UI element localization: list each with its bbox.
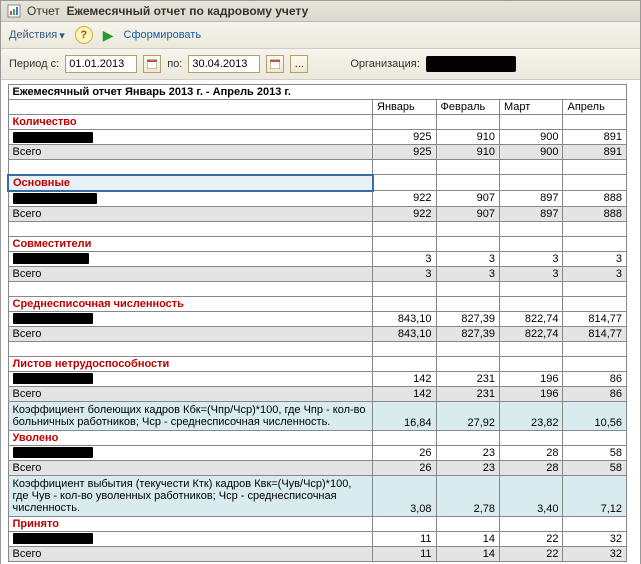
calendar-icon[interactable]	[266, 55, 284, 73]
report-table: Ежемесячный отчет Январь 2013 г. - Апрел…	[7, 84, 627, 562]
section-avg: Среднесписочная численность	[8, 296, 373, 311]
calendar-icon[interactable]	[143, 55, 161, 73]
period-to-label: по:	[167, 58, 182, 70]
table-row: 922 907 897 888	[8, 191, 627, 207]
total-row: Всего 3 3 3 3	[8, 266, 627, 281]
coef-row: Коэффициент выбытия (текучести Ктк) кадр…	[8, 475, 627, 516]
section-part: Совместители	[8, 236, 373, 251]
total-row: Всего 843,10 827,39 822,74 814,77	[8, 326, 627, 341]
total-row: Всего 11 14 22 32	[8, 546, 627, 561]
col-month: Февраль	[436, 100, 499, 115]
period-picker-button[interactable]: …	[290, 55, 308, 73]
table-row: 843,10 827,39 822,74 814,77	[8, 311, 627, 326]
section-fired: Уволено	[8, 430, 373, 445]
total-row: Всего 925 910 900 891	[8, 145, 627, 160]
coef-row: Коэффициент болеющих кадров Кбк=(Чпр/Чср…	[8, 401, 627, 430]
report-title: Ежемесячный отчет Январь 2013 г. - Апрел…	[8, 85, 627, 100]
total-row: Всего 142 231 196 86	[8, 386, 627, 401]
col-month: Март	[500, 100, 563, 115]
report-area: Ежемесячный отчет Январь 2013 г. - Апрел…	[1, 80, 640, 564]
table-row: 26 23 28 58	[8, 445, 627, 460]
table-row: 11 14 22 32	[8, 531, 627, 546]
table-row: 3 3 3 3	[8, 251, 627, 266]
report-icon	[7, 4, 21, 18]
section-hired: Принято	[8, 516, 373, 531]
col-month: Январь	[373, 100, 436, 115]
period-from-input[interactable]	[65, 55, 137, 73]
period-from-label: Период с:	[9, 58, 59, 70]
table-row: 925 910 900 891	[8, 130, 627, 145]
column-header-row: Январь Февраль Март Апрель	[8, 100, 627, 115]
col-month: Апрель	[563, 100, 627, 115]
play-icon[interactable]: ▶	[103, 27, 114, 44]
organization-label: Организация:	[350, 58, 419, 70]
actions-menu[interactable]: Действия ▾	[9, 29, 65, 42]
section-main[interactable]: Основные	[8, 175, 373, 191]
chevron-down-icon: ▾	[59, 29, 65, 42]
window-titlebar: Отчет Ежемесячный отчет по кадровому уче…	[1, 1, 640, 22]
table-row: 142 231 196 86	[8, 371, 627, 386]
total-row: Всего 26 23 28 58	[8, 460, 627, 475]
organization-value[interactable]	[426, 56, 516, 72]
total-row: Всего 922 907 897 888	[8, 206, 627, 221]
section-qty: Количество	[8, 115, 373, 130]
period-bar: Период с: по: … Организация:	[1, 49, 640, 80]
help-button[interactable]: ?	[75, 26, 93, 44]
section-sick: Листов нетрудоспособности	[8, 356, 373, 371]
toolbar: Действия ▾ ? ▶ Сформировать	[1, 22, 640, 49]
window-title: Отчет Ежемесячный отчет по кадровому уче…	[27, 4, 308, 18]
generate-button[interactable]: Сформировать	[124, 29, 202, 41]
period-to-input[interactable]	[188, 55, 260, 73]
